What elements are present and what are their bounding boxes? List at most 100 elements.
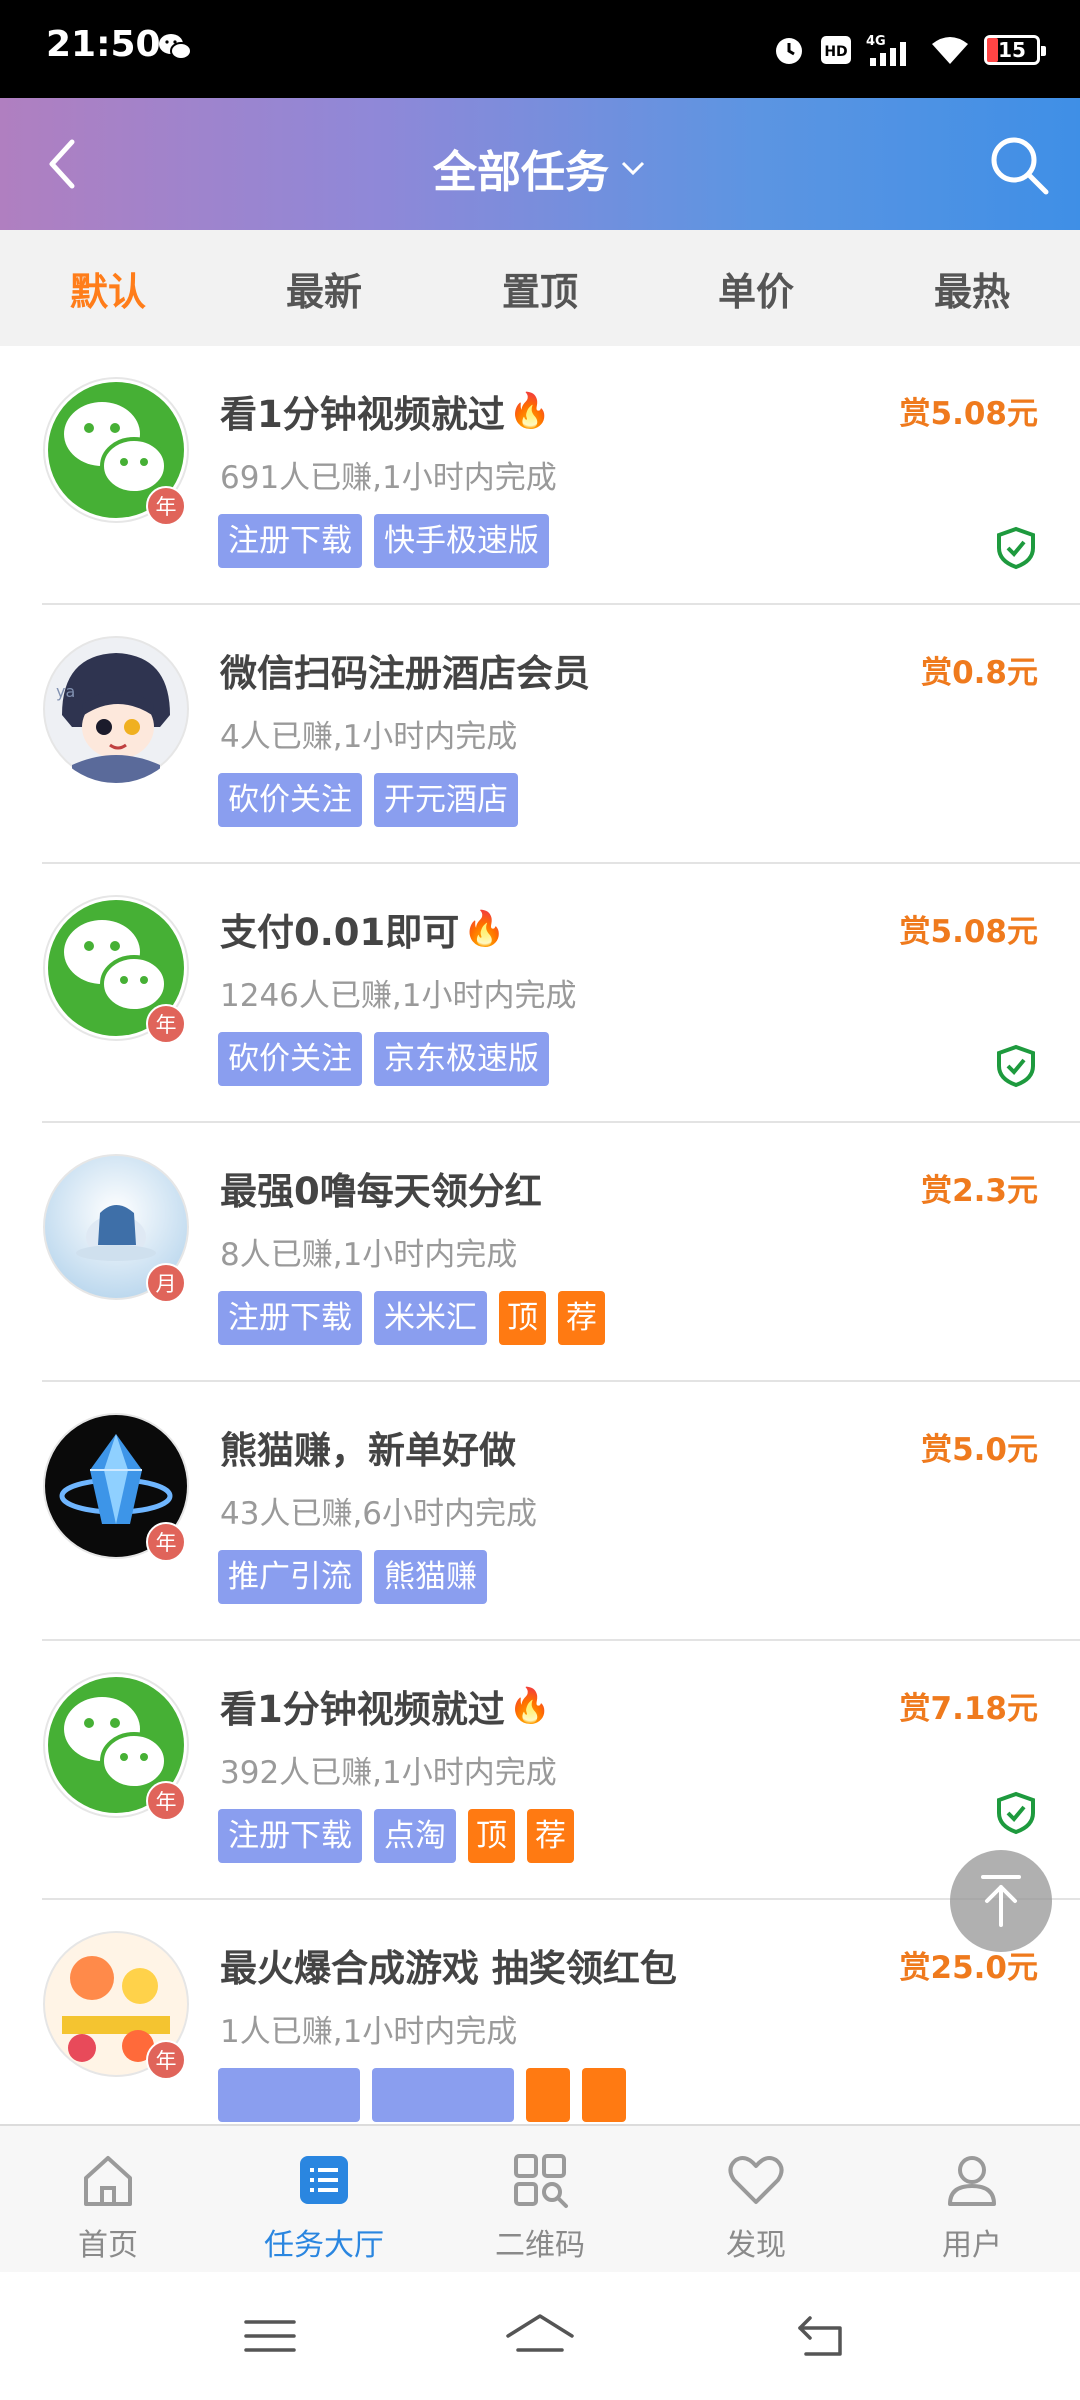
fire-icon: 🔥 xyxy=(508,1686,552,1726)
task-stats: 691人已赚,1小时内完成 xyxy=(220,460,557,496)
task-tag xyxy=(218,2068,360,2122)
recommended-tag: 荐 xyxy=(558,1291,605,1345)
nav-task-hall[interactable]: 任务大厅 xyxy=(216,2126,432,2272)
tab-default[interactable]: 默认 xyxy=(0,230,216,346)
task-tags xyxy=(218,2068,626,2122)
task-reward: 赏5.08元 xyxy=(899,396,1039,432)
task-tag: 砍价关注 xyxy=(218,1032,362,1086)
task-reward: 赏5.0元 xyxy=(921,1432,1038,1468)
task-tag: 注册下载 xyxy=(218,1809,362,1863)
user-icon xyxy=(948,2156,996,2206)
task-stats: 1人已赚,1小时内完成 xyxy=(220,2014,518,2050)
task-tag: 京东极速版 xyxy=(374,1032,549,1086)
task-tag: 推广引流 xyxy=(218,1550,362,1604)
pinned-tag: 顶 xyxy=(499,1291,546,1345)
vip-badge: 年 xyxy=(146,486,186,526)
pinned-tag xyxy=(526,2068,570,2122)
task-tags: 注册下载 快手极速版 xyxy=(218,514,549,568)
wechat-notification-icon xyxy=(159,34,192,60)
nav-home[interactable]: 首页 xyxy=(0,2126,216,2272)
nav-qrcode[interactable]: 二维码 xyxy=(432,2126,648,2272)
vip-badge: 年 xyxy=(146,1004,186,1044)
task-tags: 注册下载 点淘 顶 荐 xyxy=(218,1809,574,1863)
task-reward: 赏0.8元 xyxy=(921,655,1038,691)
nav-task-hall-label: 任务大厅 xyxy=(264,2228,384,2263)
task-tags: 推广引流 熊猫赚 xyxy=(218,1550,487,1604)
task-tag: 点淘 xyxy=(374,1809,456,1863)
task-item[interactable]: 年 最火爆合成游戏 抽奖领红包 1人已赚,1小时内完成 赏25.0元 xyxy=(42,1900,1080,2124)
task-item[interactable]: 年 支付0.01即可 🔥 1246人已赚,1小时内完成 砍价关注 京东极速版 赏… xyxy=(42,864,1080,1123)
task-reward: 赏5.08元 xyxy=(899,914,1039,950)
chevron-down-icon xyxy=(621,161,645,176)
qrcode-icon xyxy=(514,2154,568,2208)
home-system-icon[interactable] xyxy=(504,2306,576,2366)
bottom-navigation: 首页 任务大厅 二维码 发现 用户 xyxy=(0,2124,1080,2272)
task-reward: 赏2.3元 xyxy=(921,1173,1038,1209)
avatar: 年 xyxy=(42,1412,190,1562)
nav-user[interactable]: 用户 xyxy=(864,2126,1080,2272)
vip-badge: 年 xyxy=(146,1781,186,1821)
task-stats: 8人已赚,1小时内完成 xyxy=(220,1237,518,1273)
avatar: 年 xyxy=(42,376,190,526)
app-header: 全部任务 xyxy=(0,98,1080,230)
anime-avatar-image: ya xyxy=(43,636,189,783)
task-item[interactable]: 年 看1分钟视频就过 🔥 691人已赚,1小时内完成 注册下载 快手极速版 赏5… xyxy=(42,346,1080,605)
nav-discover[interactable]: 发现 xyxy=(648,2126,864,2272)
task-item[interactable]: 年 看1分钟视频就过 🔥 392人已赚,1小时内完成 注册下载 点淘 顶 荐 赏… xyxy=(42,1641,1080,1900)
task-stats: 392人已赚,1小时内完成 xyxy=(220,1755,557,1791)
signal-4g-icon: 4G xyxy=(866,34,906,66)
alarm-icon xyxy=(776,38,802,64)
tab-pinned[interactable]: 置顶 xyxy=(432,230,648,346)
task-tag: 熊猫赚 xyxy=(374,1550,487,1604)
task-tag: 快手极速版 xyxy=(374,514,549,568)
battery-icon: 15 xyxy=(984,35,1046,65)
task-item[interactable]: 月 最强0噜每天领分红 8人已赚,1小时内完成 注册下载 米米汇 顶 荐 赏2.… xyxy=(42,1123,1080,1382)
task-stats: 4人已赚,1小时内完成 xyxy=(220,719,518,755)
status-bar: 21:50 HD 4G 15 xyxy=(0,0,1080,98)
task-tags: 砍价关注 京东极速版 xyxy=(218,1032,549,1086)
verified-shield-icon xyxy=(997,526,1035,570)
recommended-tag xyxy=(582,2068,626,2122)
task-tag: 米米汇 xyxy=(374,1291,487,1345)
task-list: 年 看1分钟视频就过 🔥 691人已赚,1小时内完成 注册下载 快手极速版 赏5… xyxy=(0,346,1080,2124)
verified-shield-icon xyxy=(997,1044,1035,1088)
tab-hottest[interactable]: 最热 xyxy=(864,230,1080,346)
svg-text:4G: 4G xyxy=(866,34,886,49)
task-tag: 开元酒店 xyxy=(374,773,518,827)
home-icon xyxy=(84,2156,132,2206)
task-tag: 注册下载 xyxy=(218,1291,362,1345)
search-icon[interactable] xyxy=(982,128,1054,200)
task-filter-dropdown[interactable]: 全部任务 xyxy=(0,136,1080,200)
avatar: ya xyxy=(42,635,190,783)
nav-user-label: 用户 xyxy=(942,2228,1002,2263)
vip-badge: 年 xyxy=(146,1522,186,1562)
task-item[interactable]: 年 熊猫赚，新单好做 43人已赚,6小时内完成 推广引流 熊猫赚 赏5.0元 xyxy=(42,1382,1080,1641)
tab-unit-price[interactable]: 单价 xyxy=(648,230,864,346)
back-to-top-button[interactable] xyxy=(950,1850,1052,1952)
avatar: 年 xyxy=(42,894,190,1044)
vip-badge: 年 xyxy=(146,2040,186,2080)
status-time: 21:50 xyxy=(46,24,161,65)
task-stats: 1246人已赚,1小时内完成 xyxy=(220,978,577,1014)
verified-shield-icon xyxy=(997,1791,1035,1835)
task-tag: 砍价关注 xyxy=(218,773,362,827)
nav-discover-label: 发现 xyxy=(726,2228,786,2263)
arrow-up-icon xyxy=(981,1875,1021,1927)
fire-icon: 🔥 xyxy=(463,909,506,949)
pinned-tag: 顶 xyxy=(468,1809,515,1863)
wifi-icon xyxy=(932,37,968,64)
system-navigation-bar xyxy=(0,2272,1080,2400)
task-tag xyxy=(372,2068,514,2122)
task-stats: 43人已赚,6小时内完成 xyxy=(220,1496,538,1532)
task-title: 最火爆合成游戏 抽奖领红包 xyxy=(220,1947,677,1990)
task-title: 微信扫码注册酒店会员 xyxy=(220,652,590,695)
vip-badge: 月 xyxy=(146,1263,186,1303)
svg-text:HD: HD xyxy=(824,44,847,60)
avatar: 年 xyxy=(42,1930,190,2080)
tab-newest[interactable]: 最新 xyxy=(216,230,432,346)
page-title: 全部任务 xyxy=(433,147,609,198)
menu-icon[interactable] xyxy=(240,2306,300,2366)
task-item[interactable]: ya 微信扫码注册酒店会员 4人已赚,1小时内完成 砍价关注 开元酒店 赏0.8… xyxy=(42,605,1080,864)
back-system-icon[interactable] xyxy=(792,2306,852,2366)
hd-icon: HD xyxy=(821,36,851,64)
